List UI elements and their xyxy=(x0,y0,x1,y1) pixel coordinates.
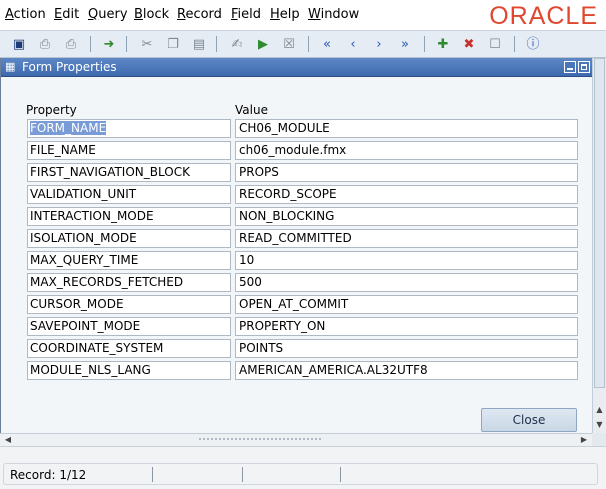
scroll-down-arrow-icon[interactable]: ▼ xyxy=(594,419,605,431)
property-field[interactable]: VALIDATION_UNIT xyxy=(27,185,231,204)
window-title: Form Properties xyxy=(22,60,117,74)
save-icon[interactable]: ▣ xyxy=(10,35,28,53)
maximize-button[interactable] xyxy=(578,61,590,73)
property-field[interactable]: SAVEPOINT_MODE xyxy=(27,317,231,336)
lock-record-icon[interactable]: ☐ xyxy=(486,35,504,53)
cancel-query-icon[interactable]: ☒ xyxy=(280,35,298,53)
value-field[interactable]: READ_COMMITTED xyxy=(235,229,578,248)
property-field[interactable]: FIRST_NAVIGATION_BLOCK xyxy=(27,163,231,182)
help-icon[interactable]: ⓘ xyxy=(524,35,542,53)
property-field[interactable]: MAX_QUERY_TIME xyxy=(27,251,231,270)
last-record-icon[interactable]: » xyxy=(396,35,414,53)
value-field[interactable]: ch06_module.fmx xyxy=(235,141,578,160)
menu-edit[interactable]: Edit xyxy=(54,7,79,22)
vertical-scrollbar[interactable]: ▲ ▼ xyxy=(592,58,606,434)
toolbar: ▣ ⎙ ⎙ ➜ ✂ ❐ ▤ ✍ ▶ ☒ « ‹ › » ✚ ✖ ☐ ⓘ xyxy=(0,30,606,58)
menu-window[interactable]: Window xyxy=(308,7,359,22)
status-bar: Record: 1/12 xyxy=(0,446,606,489)
value-field[interactable]: 10 xyxy=(235,251,578,270)
value-field[interactable]: AMERICAN_AMERICA.AL32UTF8 xyxy=(235,361,578,380)
value-field[interactable]: POINTS xyxy=(235,339,578,358)
menu-help[interactable]: Help xyxy=(270,7,300,22)
execute-query-icon[interactable]: ▶ xyxy=(254,35,272,53)
scroll-right-arrow-icon[interactable]: ▶ xyxy=(578,434,590,446)
scroll-left-arrow-icon[interactable]: ◀ xyxy=(2,434,14,446)
copy-icon[interactable]: ❐ xyxy=(164,35,182,53)
property-field[interactable]: MAX_RECORDS_FETCHED xyxy=(27,273,231,292)
delete-record-icon[interactable]: ✖ xyxy=(460,35,478,53)
menu-action[interactable]: Action xyxy=(5,7,46,22)
first-record-icon[interactable]: « xyxy=(318,35,336,53)
scroll-grip[interactable] xyxy=(198,437,322,442)
value-field[interactable]: RECORD_SCOPE xyxy=(235,185,578,204)
print-setup-icon[interactable]: ⎙ xyxy=(62,35,80,53)
value-field[interactable]: OPEN_AT_COMMIT xyxy=(235,295,578,314)
property-field[interactable]: CURSOR_MODE xyxy=(27,295,231,314)
exit-icon[interactable]: ➜ xyxy=(100,35,118,53)
oracle-logo: ORACLE xyxy=(489,2,598,30)
scroll-corner xyxy=(592,433,606,446)
property-column-header: Property xyxy=(26,103,77,117)
menu-bar: Action Edit Query Block Record Field Hel… xyxy=(0,0,606,30)
value-field[interactable]: PROPERTY_ON xyxy=(235,317,578,336)
print-icon[interactable]: ⎙ xyxy=(36,35,54,53)
value-field[interactable]: 500 xyxy=(235,273,578,292)
property-field[interactable]: INTERACTION_MODE xyxy=(27,207,231,226)
cut-icon[interactable]: ✂ xyxy=(138,35,156,53)
value-field[interactable]: CH06_MODULE xyxy=(235,119,578,138)
value-column-header: Value xyxy=(235,103,268,117)
menu-record[interactable]: Record xyxy=(177,7,222,22)
property-field[interactable]: COORDINATE_SYSTEM xyxy=(27,339,231,358)
menu-block[interactable]: Block xyxy=(134,7,169,22)
scroll-up-arrow-icon[interactable]: ▲ xyxy=(594,404,605,416)
minimize-button[interactable] xyxy=(564,61,576,73)
enter-query-icon[interactable]: ✍ xyxy=(228,35,246,53)
form-window-icon: ▦ xyxy=(5,60,16,73)
value-field[interactable]: NON_BLOCKING xyxy=(235,207,578,226)
previous-record-icon[interactable]: ‹ xyxy=(344,35,362,53)
paste-icon[interactable]: ▤ xyxy=(190,35,208,53)
property-field[interactable]: MODULE_NLS_LANG xyxy=(27,361,231,380)
vertical-scroll-thumb[interactable] xyxy=(594,58,605,388)
property-field[interactable]: FORM_NAME xyxy=(27,119,231,138)
record-counter: Record: 1/12 xyxy=(10,468,87,482)
property-field[interactable]: ISOLATION_MODE xyxy=(27,229,231,248)
form-properties-window: ▦ Form Properties Property Value FORM_NA… xyxy=(0,58,593,446)
value-field[interactable]: PROPS xyxy=(235,163,578,182)
menu-query[interactable]: Query xyxy=(88,7,128,22)
menu-field[interactable]: Field xyxy=(231,7,261,22)
property-field[interactable]: FILE_NAME xyxy=(27,141,231,160)
window-title-bar: ▦ Form Properties xyxy=(1,58,593,77)
horizontal-scrollbar[interactable]: ◀ ▶ xyxy=(0,433,592,446)
close-button[interactable]: Close xyxy=(481,408,577,432)
insert-record-icon[interactable]: ✚ xyxy=(434,35,452,53)
next-record-icon[interactable]: › xyxy=(370,35,388,53)
